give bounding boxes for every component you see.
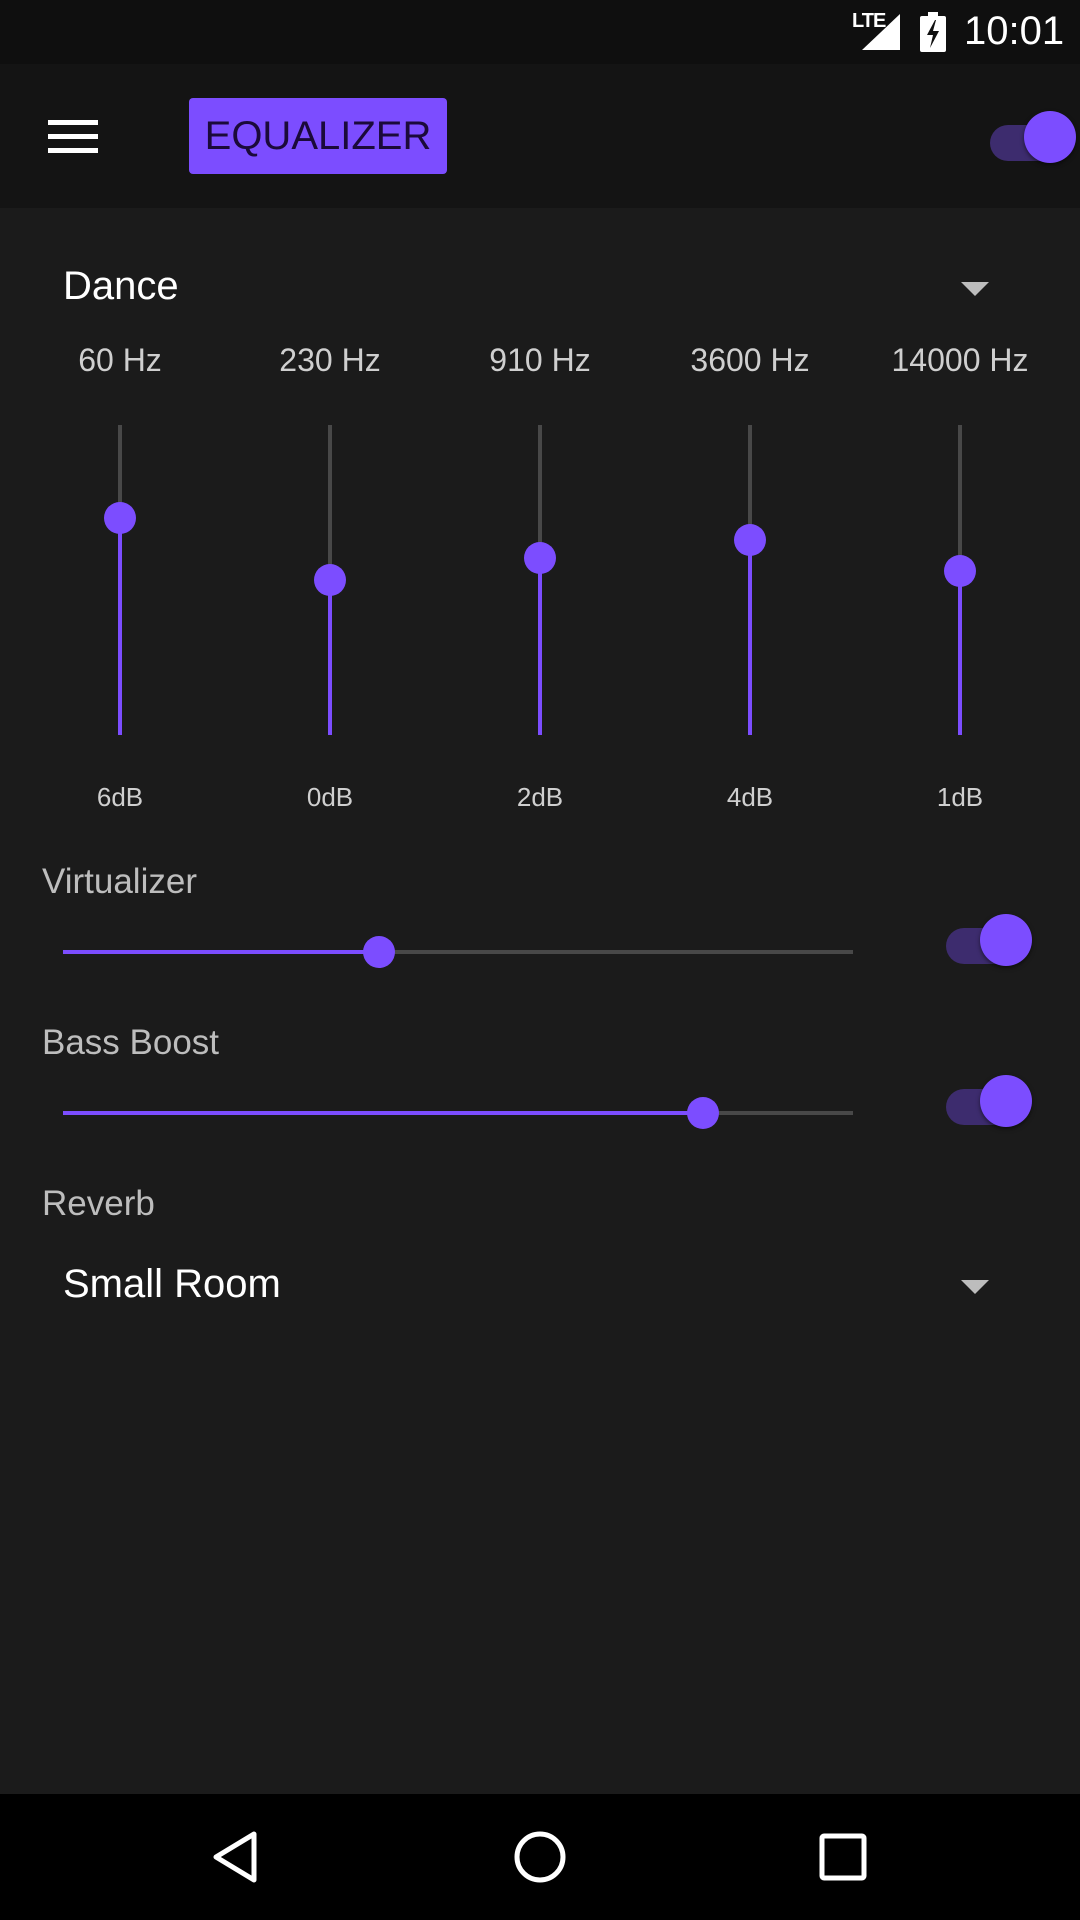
band-slider[interactable]: 14000 Hz 1dB	[860, 330, 1060, 820]
reverb-dropdown[interactable]: Small Room	[0, 1244, 1080, 1324]
back-icon[interactable]	[204, 1824, 270, 1890]
status-bar: LTE 10:01	[0, 0, 1080, 64]
band-gain-label: 0dB	[306, 782, 354, 812]
band-frequency-label: 3600 Hz	[690, 342, 810, 378]
chevron-down-icon	[961, 1280, 989, 1294]
status-clock: 10:01	[964, 9, 1065, 53]
band-slider[interactable]: 3600 Hz 4dB	[650, 330, 850, 820]
virtualizer-slider[interactable]	[63, 935, 853, 969]
band-gain-label: 6dB	[96, 782, 144, 812]
band-slider[interactable]: 230 Hz 0dB	[230, 330, 430, 820]
band-thumb[interactable]	[944, 554, 976, 587]
band-frequency-label: 14000 Hz	[891, 342, 1029, 378]
band-thumb[interactable]	[734, 523, 766, 556]
reverb-value: Small Room	[63, 1262, 281, 1306]
virtualizer-label: Virtualizer	[42, 862, 197, 901]
preset-value: Dance	[63, 264, 179, 308]
virtualizer-fill	[63, 950, 379, 954]
reverb-label: Reverb	[42, 1184, 155, 1223]
bass-boost-label: Bass Boost	[42, 1023, 220, 1062]
band-fill	[328, 580, 332, 735]
bass-boost-fill	[63, 1111, 703, 1115]
page-title: EQUALIZER	[189, 98, 447, 174]
virtualizer-thumb[interactable]	[363, 936, 395, 968]
navigation-bar	[0, 1794, 1080, 1920]
band-thumb[interactable]	[524, 542, 556, 575]
band-frequency-label: 910 Hz	[489, 342, 591, 378]
preset-dropdown[interactable]: Dance	[0, 246, 1080, 326]
band-frequency-label: 60 Hz	[78, 342, 162, 378]
bass-boost-slider[interactable]	[63, 1096, 853, 1130]
band-fill	[538, 558, 542, 735]
band-gain-label: 2dB	[516, 782, 564, 812]
recents-icon[interactable]	[810, 1824, 876, 1890]
band-fill	[748, 539, 752, 735]
band-frequency-label: 230 Hz	[279, 342, 381, 378]
band-fill	[118, 518, 122, 735]
home-icon[interactable]	[507, 1824, 573, 1890]
band-gain-label: 1dB	[936, 782, 984, 812]
app-bar: EQUALIZER	[0, 64, 1080, 208]
menu-icon[interactable]	[48, 118, 98, 154]
band-thumb[interactable]	[104, 502, 136, 534]
band-slider[interactable]: 60 Hz 6dB	[20, 330, 220, 820]
signal-icon	[862, 14, 900, 50]
band-gain-label: 4dB	[726, 782, 774, 812]
band-thumb[interactable]	[314, 564, 346, 596]
band-fill	[958, 570, 962, 735]
chevron-down-icon	[961, 282, 989, 296]
band-slider[interactable]: 910 Hz 2dB	[440, 330, 640, 820]
bass-boost-thumb[interactable]	[686, 1097, 719, 1129]
battery-charging-icon	[920, 12, 946, 52]
